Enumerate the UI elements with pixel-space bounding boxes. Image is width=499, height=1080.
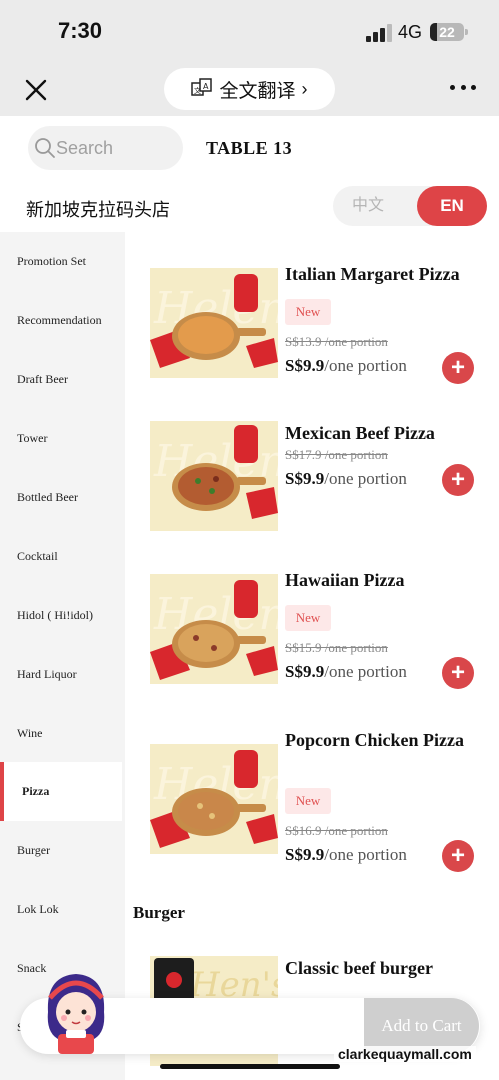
sidebar-item-tower[interactable]: Tower bbox=[0, 409, 122, 468]
status-bar: 7:30 4G 22 bbox=[0, 0, 499, 62]
product-price: S$9.9/one portion bbox=[285, 469, 407, 489]
original-price: S$15.9 /one portion bbox=[285, 640, 388, 655]
sidebar-item-cocktail[interactable]: Cocktail bbox=[0, 527, 122, 586]
sidebar-item-promotion-set[interactable]: Promotion Set bbox=[0, 232, 122, 291]
battery-icon: 22 bbox=[430, 23, 468, 41]
sidebar-item-bottled-beer[interactable]: Bottled Beer bbox=[0, 468, 122, 527]
sidebar-item-draft-beer[interactable]: Draft Beer bbox=[0, 350, 122, 409]
section-title-burger: Burger bbox=[133, 903, 185, 922]
lang-option-en[interactable]: EN bbox=[417, 186, 487, 226]
close-icon bbox=[25, 79, 47, 101]
dot-icon bbox=[460, 84, 466, 90]
add-item-button[interactable]: + bbox=[442, 657, 474, 689]
product-image: Helen bbox=[150, 574, 278, 684]
network-label: 4G bbox=[398, 22, 423, 42]
lang-option-zh[interactable]: 中文 bbox=[333, 186, 403, 226]
language-toggle[interactable]: 中文 EN bbox=[333, 186, 487, 226]
sidebar-item-hard-liquor[interactable]: Hard Liquor bbox=[0, 645, 122, 704]
sidebar-item-lok-lok[interactable]: Lok Lok bbox=[0, 880, 122, 939]
sidebar-item-burger[interactable]: Burger bbox=[0, 821, 122, 880]
signal-icon bbox=[366, 24, 392, 42]
product-price: S$9.9/one portion bbox=[285, 356, 407, 376]
table-number: TABLE 13 bbox=[206, 138, 293, 158]
status-time: 7:30 bbox=[58, 18, 103, 43]
search-icon bbox=[35, 138, 55, 158]
product-name: Hawaiian Pizza bbox=[285, 570, 405, 590]
price-unit: /one portion bbox=[324, 469, 407, 488]
svg-text:A: A bbox=[203, 82, 209, 91]
original-price: S$13.9 /one portion bbox=[285, 334, 388, 349]
product-image: Helen bbox=[150, 421, 278, 531]
dot-icon bbox=[471, 84, 476, 90]
product-price: S$9.9/one portion bbox=[285, 662, 407, 682]
price-value: S$9.9 bbox=[285, 845, 325, 864]
original-price: S$17.9 /one portion bbox=[285, 447, 388, 462]
dot-icon bbox=[450, 84, 455, 90]
search-input[interactable] bbox=[56, 137, 166, 159]
sidebar-item-hidol[interactable]: Hidol ( Hi!idol) bbox=[0, 586, 122, 645]
product-name: Mexican Beef Pizza bbox=[285, 423, 435, 443]
home-indicator bbox=[160, 1064, 340, 1069]
more-options-button[interactable] bbox=[450, 82, 476, 92]
chevron-right-icon: › bbox=[301, 78, 308, 99]
add-item-button[interactable]: + bbox=[442, 840, 474, 872]
translate-button[interactable]: A 文 全文翻译 › bbox=[164, 68, 335, 110]
product-name: Popcorn Chicken Pizza bbox=[285, 730, 464, 750]
store-name: 新加坡克拉码头店 bbox=[26, 200, 170, 220]
product-image: Helen bbox=[150, 744, 278, 854]
price-unit: /one portion bbox=[324, 662, 407, 681]
product-price: S$9.9/one portion bbox=[285, 845, 407, 865]
battery-fill bbox=[430, 23, 438, 41]
price-unit: /one portion bbox=[324, 845, 407, 864]
watermark: clarkequaymall.com bbox=[334, 1046, 476, 1062]
product-name: Italian Margaret Pizza bbox=[285, 264, 460, 284]
add-item-button[interactable]: + bbox=[442, 464, 474, 496]
category-sidebar: Promotion Set Recommendation Draft Beer … bbox=[0, 232, 125, 1080]
nav-bar: A 文 全文翻译 › bbox=[0, 62, 499, 116]
sidebar-item-wine[interactable]: Wine bbox=[0, 704, 122, 763]
price-value: S$9.9 bbox=[285, 356, 325, 375]
mascot-icon[interactable] bbox=[40, 968, 112, 1058]
svg-text:文: 文 bbox=[194, 86, 201, 95]
add-item-button[interactable]: + bbox=[442, 352, 474, 384]
close-button[interactable] bbox=[22, 76, 50, 104]
product-name: Classic beef burger bbox=[285, 958, 433, 978]
translate-icon: A 文 bbox=[191, 78, 213, 96]
translate-label: 全文翻译 bbox=[219, 80, 296, 102]
new-badge: New bbox=[285, 788, 331, 814]
product-image: Helen bbox=[150, 268, 278, 378]
sidebar-item-recommendation[interactable]: Recommendation bbox=[0, 291, 122, 350]
new-badge: New bbox=[285, 605, 331, 631]
new-badge: New bbox=[285, 299, 331, 325]
sidebar-item-pizza[interactable]: Pizza bbox=[0, 762, 122, 821]
battery-level: 22 bbox=[439, 24, 455, 40]
original-price: S$16.9 /one portion bbox=[285, 823, 388, 838]
price-value: S$9.9 bbox=[285, 469, 325, 488]
search-box[interactable] bbox=[28, 126, 183, 170]
price-value: S$9.9 bbox=[285, 662, 325, 681]
price-unit: /one portion bbox=[324, 356, 407, 375]
